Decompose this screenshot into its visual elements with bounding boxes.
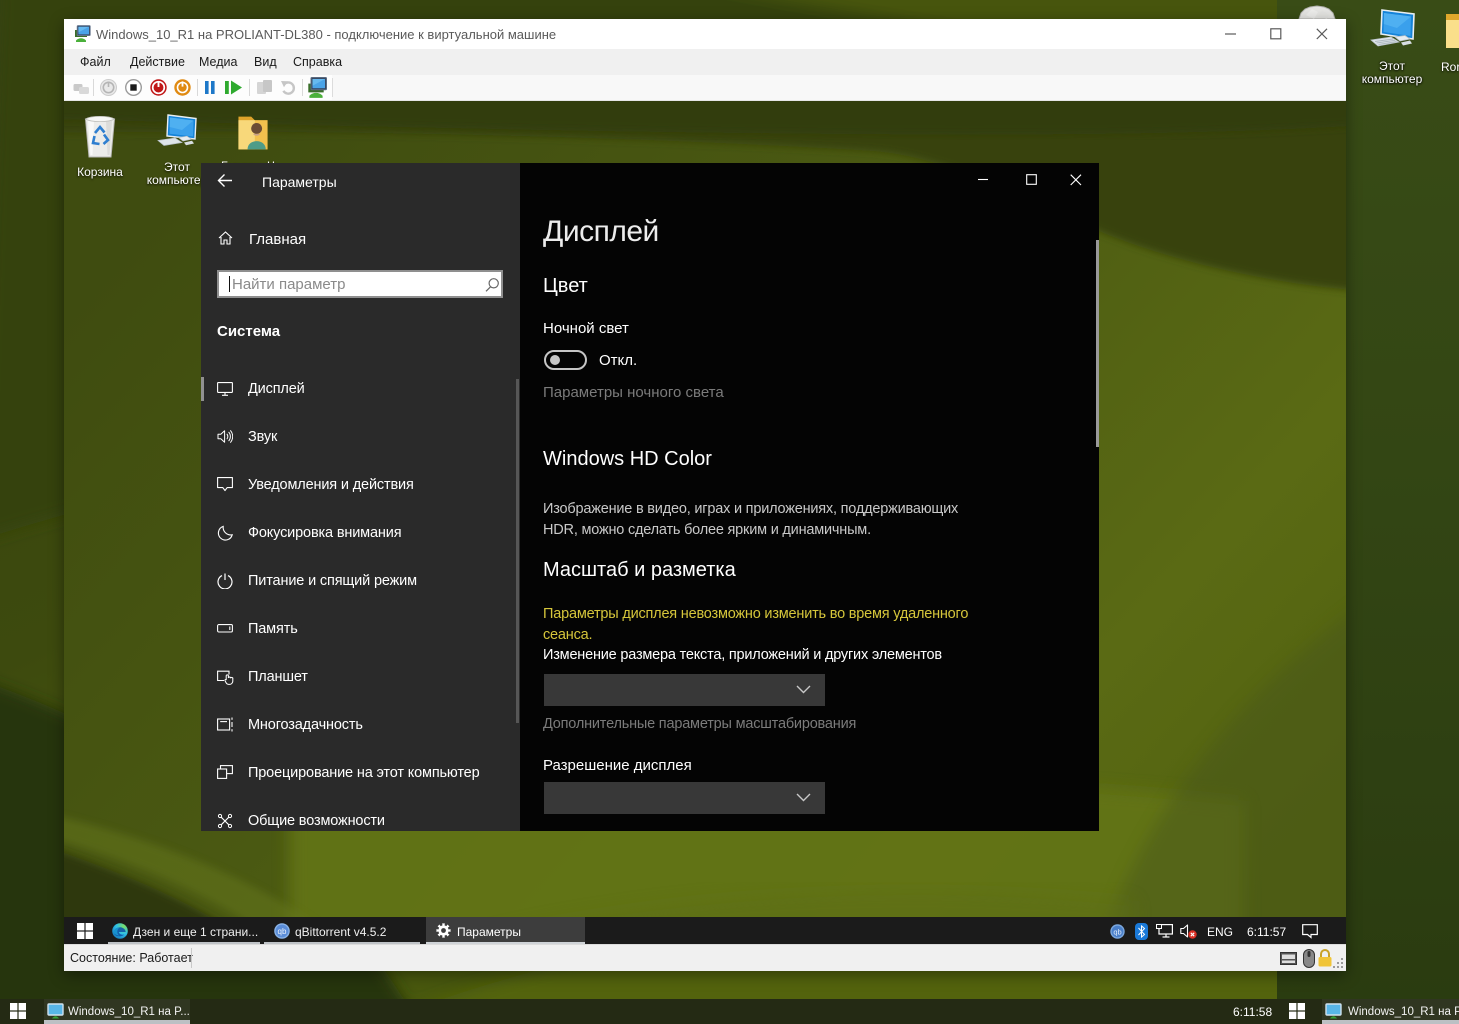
svg-text:qb: qb	[278, 927, 287, 936]
svg-text:qb: qb	[1113, 927, 1121, 936]
